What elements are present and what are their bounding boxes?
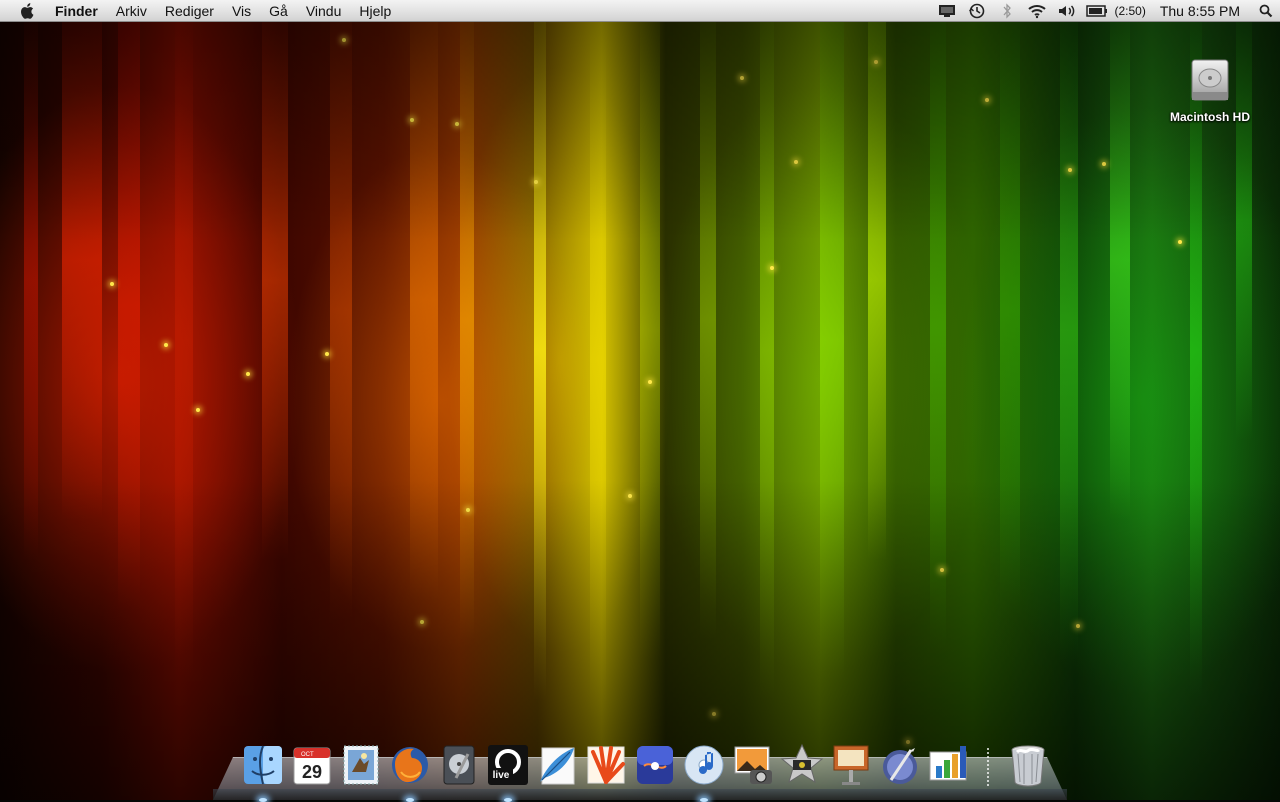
- menu-finder[interactable]: Finder: [53, 0, 107, 22]
- time-machine-icon[interactable]: [966, 0, 988, 22]
- running-indicator: [503, 798, 512, 802]
- dock-item-numbers[interactable]: [926, 742, 972, 788]
- dock-separator: [987, 748, 989, 788]
- menu-hjelp[interactable]: Hjelp: [350, 0, 400, 22]
- dock-item-illustrator-app[interactable]: [583, 742, 629, 788]
- dock-item-itunes[interactable]: [681, 742, 727, 802]
- menu-vis[interactable]: Vis: [223, 0, 260, 22]
- firefox-icon: [391, 747, 428, 783]
- running-indicator: [699, 798, 708, 802]
- music-app-icon: [636, 746, 673, 784]
- mail-stamp-icon: [343, 745, 378, 785]
- imovie-icon: [780, 743, 823, 784]
- menu-vindu[interactable]: Vindu: [297, 0, 351, 22]
- dock-shelf-edge: [213, 789, 1067, 800]
- wifi-icon[interactable]: [1026, 0, 1048, 22]
- spotlight-search-icon[interactable]: [1252, 0, 1280, 22]
- menu-arkiv[interactable]: Arkiv: [107, 0, 156, 22]
- dock-item-pages[interactable]: [877, 742, 923, 788]
- numbers-icon: [929, 746, 966, 781]
- calendar-day: 29: [301, 762, 321, 782]
- dock-item-disk-utility[interactable]: [436, 742, 482, 788]
- menu-ga[interactable]: Gå: [260, 0, 297, 22]
- dock-item-firefox[interactable]: [387, 742, 433, 802]
- dock-item-iphoto[interactable]: [730, 742, 776, 788]
- hard-drive-icon: [1188, 56, 1232, 106]
- flower-icon: [587, 746, 625, 784]
- menu-clock[interactable]: Thu 8:55 PM: [1160, 3, 1240, 19]
- dock-item-ical[interactable]: OCT 29: [289, 742, 335, 788]
- disk-utility-icon: [443, 745, 474, 785]
- running-indicator: [405, 798, 414, 802]
- dock-item-trash[interactable]: [1005, 742, 1051, 788]
- keynote-icon: [833, 745, 868, 785]
- desktop-icon-macintosh-hd[interactable]: Macintosh HD: [1160, 56, 1260, 124]
- dock-item-finder[interactable]: [240, 742, 286, 802]
- iphoto-icon: [734, 746, 772, 784]
- dock-item-ableton-live[interactable]: live: [485, 742, 531, 802]
- battery-time: (2:50): [1114, 4, 1146, 18]
- dock-item-keynote[interactable]: [828, 742, 874, 788]
- dock-item-mail[interactable]: [338, 742, 384, 788]
- feather-icon: [539, 747, 574, 785]
- desktop-icon-label: Macintosh HD: [1169, 110, 1250, 124]
- bluetooth-icon[interactable]: [996, 0, 1018, 22]
- finder-icon: [243, 745, 282, 785]
- menu-extras: (2:50) Thu 8:55 PM: [932, 0, 1280, 22]
- dock-item-ipod-app[interactable]: [632, 742, 678, 788]
- itunes-icon: [684, 745, 723, 785]
- display-icon[interactable]: [936, 0, 958, 22]
- battery-icon[interactable]: [1086, 0, 1108, 22]
- wallpaper-shade: [0, 0, 1280, 800]
- volume-icon[interactable]: [1056, 0, 1078, 22]
- menu-rediger[interactable]: Rediger: [156, 0, 223, 22]
- calendar-icon: OCT 29: [293, 747, 330, 785]
- apple-icon[interactable]: [17, 2, 39, 20]
- dock-item-feather-app[interactable]: [534, 742, 580, 788]
- ableton-live-label: live: [492, 770, 509, 781]
- calendar-month: OCT: [301, 752, 314, 758]
- menu-bar: Finder Arkiv Rediger Vis Gå Vindu Hjelp …: [0, 0, 1280, 22]
- trash-icon: [1011, 745, 1044, 787]
- dock-item-imovie[interactable]: [779, 742, 825, 788]
- dock: OCT 29 live: [238, 736, 1052, 802]
- ableton-live-icon: live: [487, 745, 528, 785]
- running-indicator: [258, 798, 267, 802]
- pages-icon: [882, 748, 917, 784]
